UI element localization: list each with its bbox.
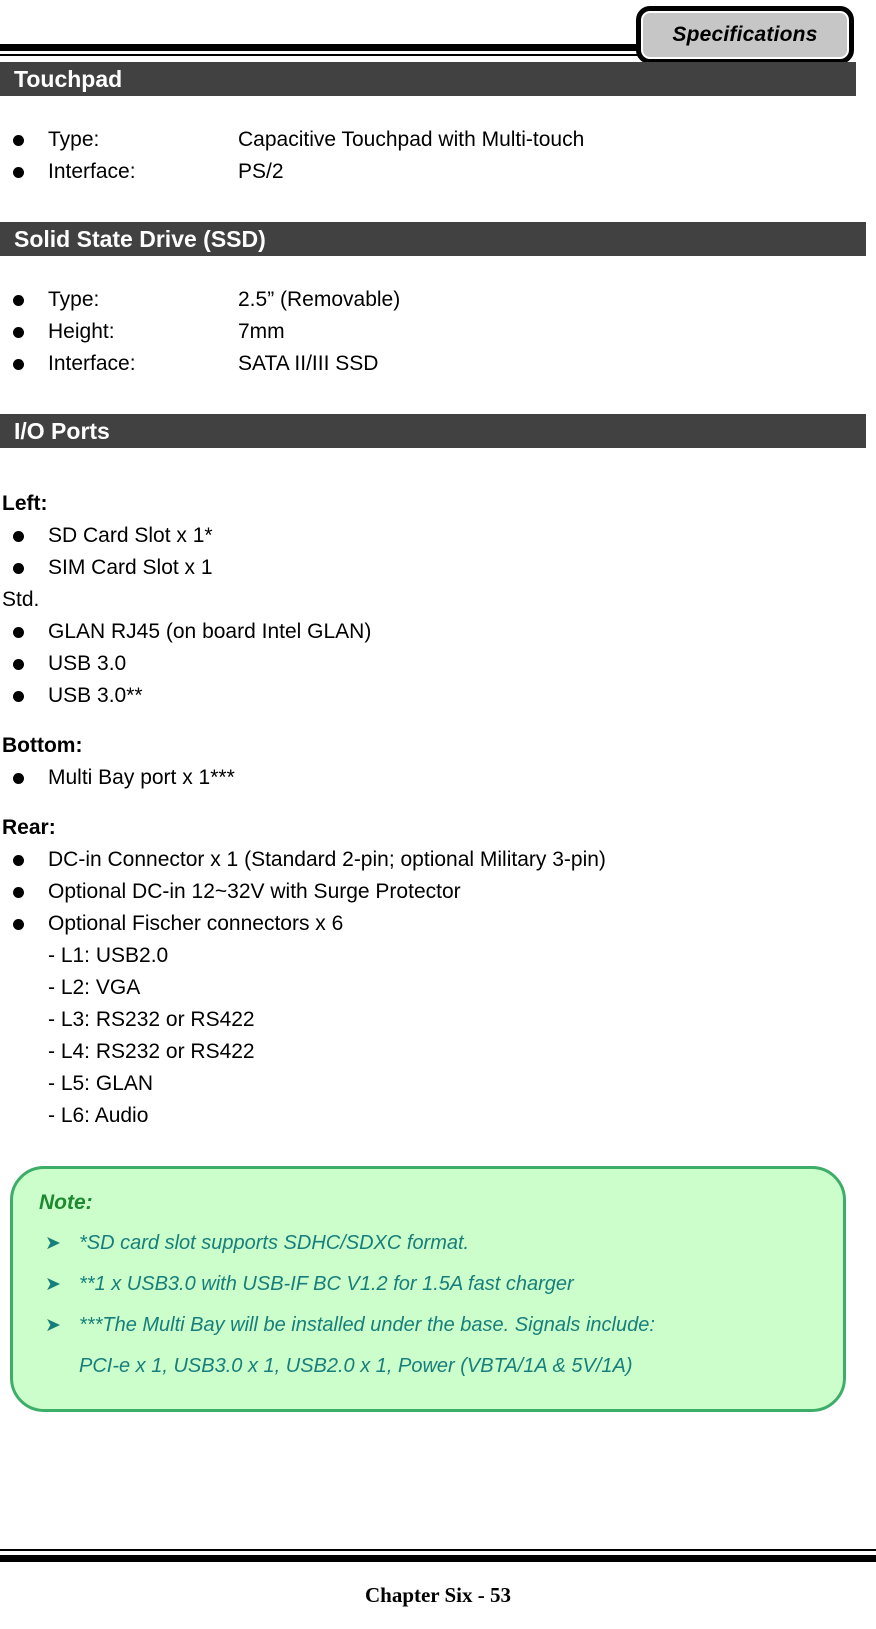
list-item: Optional Fischer connectors x 6 — [0, 908, 876, 940]
specifications-tab-label: Specifications — [672, 23, 818, 46]
page-header: Specifications — [0, 0, 876, 64]
spec-key: Height: — [48, 320, 115, 343]
fischer-sub-item: - L6: Audio — [48, 1104, 149, 1127]
bullet-icon — [13, 773, 24, 784]
footer-page-label: Chapter Six - 53 — [364, 1583, 512, 1607]
spec-value: Capacitive Touchpad with Multi-touch — [238, 128, 585, 151]
spec-key: Interface: — [48, 352, 136, 375]
section-header-io-ports: I/O Ports — [0, 414, 866, 448]
bullet-icon — [13, 919, 24, 930]
spec-value: 2.5” (Removable) — [238, 288, 401, 311]
io-group-heading-rear: Rear: — [2, 816, 56, 839]
footer-rule-thick — [0, 1555, 876, 1562]
list-item-label: SD Card Slot x 1* — [48, 524, 213, 547]
list-item-label: DC-in Connector x 1 (Standard 2-pin; opt… — [48, 848, 606, 871]
note-item: ➤ *SD card slot supports SDHC/SDXC forma… — [39, 1223, 817, 1264]
list-item-label: Multi Bay port x 1*** — [48, 766, 235, 789]
list-item: DC-in Connector x 1 (Standard 2-pin; opt… — [0, 844, 876, 876]
bullet-icon — [13, 359, 24, 370]
arrow-bullet-icon: ➤ — [45, 1315, 61, 1336]
io-group-heading-bottom: Bottom: — [2, 734, 83, 757]
fischer-sub-item: - L5: GLAN — [48, 1072, 154, 1095]
bullet-icon — [13, 855, 24, 866]
page-footer: Chapter Six - 53 — [0, 1539, 876, 1629]
io-left-std-line: Std. — [2, 588, 40, 611]
bullet-icon — [13, 167, 24, 178]
bullet-icon — [13, 135, 24, 146]
spec-value: SATA II/III SSD — [238, 352, 379, 375]
bullet-icon — [13, 659, 24, 670]
footer-rule-thin — [0, 1549, 876, 1551]
note-item: ➤ ***The Multi Bay will be installed und… — [39, 1305, 817, 1387]
list-item: SD Card Slot x 1* — [0, 520, 876, 552]
bullet-icon — [13, 295, 24, 306]
bullet-icon — [13, 691, 24, 702]
note-item-label: **1 x USB3.0 with USB-IF BC V1.2 for 1.5… — [79, 1273, 574, 1295]
specifications-tab: Specifications — [636, 6, 854, 64]
io-left-list-bottom: GLAN RJ45 (on board Intel GLAN) USB 3.0 … — [0, 616, 876, 712]
note-item-label-continued: PCI-e x 1, USB3.0 x 1, USB2.0 x 1, Power… — [79, 1355, 633, 1377]
list-item: Optional DC-in 12~32V with Surge Protect… — [0, 876, 876, 908]
list-item: Multi Bay port x 1*** — [0, 762, 876, 794]
touchpad-spec-list: Type: Capacitive Touchpad with Multi-touc… — [0, 124, 876, 188]
arrow-bullet-icon: ➤ — [45, 1233, 61, 1254]
list-item: USB 3.0 — [0, 648, 876, 680]
bullet-icon — [13, 327, 24, 338]
spec-key: Type: — [48, 128, 100, 151]
list-item-label: Optional Fischer connectors x 6 — [48, 912, 344, 935]
list-item: USB 3.0** — [0, 680, 876, 712]
list-item: SIM Card Slot x 1 — [0, 552, 876, 584]
page-content: Touchpad Type: Capacitive Touchpad with M… — [0, 62, 876, 1412]
bullet-icon — [13, 627, 24, 638]
spec-key: Type: — [48, 288, 100, 311]
io-bottom-list: Multi Bay port x 1*** — [0, 762, 876, 794]
io-left-list-top: SD Card Slot x 1* SIM Card Slot x 1 — [0, 520, 876, 584]
list-item: GLAN RJ45 (on board Intel GLAN) — [0, 616, 876, 648]
section-header-touchpad: Touchpad — [0, 62, 856, 96]
ssd-spec-list: Type: 2.5” (Removable) Height: 7mm Interfa… — [0, 284, 876, 380]
list-item-label: GLAN RJ45 (on board Intel GLAN) — [48, 620, 372, 643]
bullet-icon — [13, 887, 24, 898]
fischer-sub-item: - L2: VGA — [48, 976, 141, 999]
section-header-ssd: Solid State Drive (SSD) — [0, 222, 866, 256]
list-item: Height: 7mm — [0, 316, 876, 348]
fischer-sub-item: - L3: RS232 or RS422 — [48, 1008, 255, 1031]
spec-value: PS/2 — [238, 160, 284, 183]
note-item-label: *SD card slot supports SDHC/SDXC format. — [79, 1232, 470, 1254]
list-item-label: USB 3.0 — [48, 652, 127, 675]
list-item-label: SIM Card Slot x 1 — [48, 556, 213, 579]
list-item: Type: Capacitive Touchpad with Multi-touc… — [0, 124, 876, 156]
io-group-heading-left: Left: — [2, 492, 48, 515]
arrow-bullet-icon: ➤ — [45, 1274, 61, 1295]
list-item-label: USB 3.0** — [48, 684, 143, 707]
list-item: Type: 2.5” (Removable) — [0, 284, 876, 316]
note-box: Note: ➤ *SD card slot supports SDHC/SDXC… — [10, 1166, 846, 1412]
note-list: ➤ *SD card slot supports SDHC/SDXC forma… — [39, 1223, 817, 1387]
list-item-label: Optional DC-in 12~32V with Surge Protect… — [48, 880, 461, 903]
list-item: Interface: SATA II/III SSD — [0, 348, 876, 380]
note-item-label: ***The Multi Bay will be installed under… — [79, 1314, 655, 1336]
list-item: Interface: PS/2 — [0, 156, 876, 188]
fischer-sub-item: - L1: USB2.0 — [48, 944, 169, 967]
note-item: ➤ **1 x USB3.0 with USB-IF BC V1.2 for 1… — [39, 1264, 817, 1305]
io-rear-list: DC-in Connector x 1 (Standard 2-pin; opt… — [0, 844, 876, 940]
note-title: Note: — [39, 1191, 93, 1214]
spec-key: Interface: — [48, 160, 136, 183]
bullet-icon — [13, 563, 24, 574]
spec-value: 7mm — [238, 320, 285, 343]
bullet-icon — [13, 531, 24, 542]
fischer-sub-item: - L4: RS232 or RS422 — [48, 1040, 255, 1063]
